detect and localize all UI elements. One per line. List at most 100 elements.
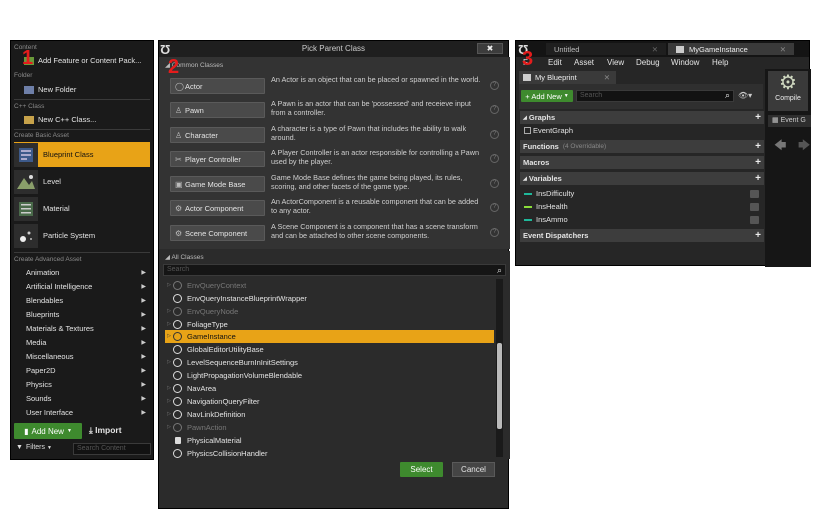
tab-mygameinstance[interactable]: MyGameInstance ✕	[668, 43, 794, 55]
variable-item[interactable]: InsAmmo	[524, 215, 568, 224]
add-dispatcher-icon[interactable]: +	[755, 230, 761, 241]
back-arrow-icon[interactable]: 🡄	[774, 136, 786, 157]
adv-ai[interactable]: Artificial Intelligence ▶	[14, 280, 150, 293]
functions-header[interactable]: Functions (4 Overridable) +	[520, 140, 764, 153]
help-icon[interactable]: ?	[490, 105, 499, 114]
close-button[interactable]: ✖	[477, 43, 503, 54]
visibility-toggle[interactable]	[750, 190, 759, 198]
class-icon	[173, 344, 182, 354]
game-mode-base-button[interactable]: ▣ Game Mode Base	[170, 176, 265, 192]
class-search-input[interactable]: Search ⌕	[163, 264, 506, 276]
pawn-button[interactable]: ♙ Pawn	[170, 102, 265, 118]
adv-ui[interactable]: User Interface ▶	[14, 406, 150, 419]
blueprint-search-input[interactable]: Search ⌕	[576, 90, 734, 102]
adv-materials[interactable]: Materials & Textures ▶	[14, 322, 150, 335]
list-item[interactable]: GlobalEditorUtilityBase	[165, 343, 494, 356]
view-options-icon[interactable]: 👁▾	[738, 91, 752, 100]
visibility-toggle[interactable]	[750, 216, 759, 224]
blueprint-tab-icon	[523, 74, 531, 81]
actor-component-button[interactable]: ⚙ Actor Component	[170, 200, 265, 216]
list-item[interactable]: EnvQueryInstanceBlueprintWrapper	[165, 292, 494, 305]
add-graph-icon[interactable]: +	[755, 112, 761, 123]
level-item[interactable]: Level	[14, 169, 150, 194]
menu-edit[interactable]: Edit	[548, 58, 562, 67]
select-button[interactable]: Select	[400, 462, 443, 477]
macros-header[interactable]: Macros +	[520, 156, 764, 169]
blueprint-class-item[interactable]: Blueprint Class	[14, 142, 150, 167]
adv-sounds[interactable]: Sounds ▶	[14, 392, 150, 405]
functions-note: (4 Overridable)	[562, 143, 607, 150]
list-item[interactable]: ▷ NavLinkDefinition	[165, 408, 494, 421]
menu-asset[interactable]: Asset	[574, 58, 594, 67]
add-new-button[interactable]: ▮ Add New ▼	[14, 423, 82, 439]
list-item[interactable]: LightPropagationVolumeBlendable	[165, 369, 494, 382]
scrollbar-thumb[interactable]	[497, 343, 502, 429]
scrollbar-track[interactable]	[496, 279, 503, 457]
menu-debug[interactable]: Debug	[636, 58, 660, 67]
forward-arrow-icon[interactable]: 🡆	[798, 136, 810, 157]
help-icon[interactable]: ?	[490, 228, 499, 237]
adv-blendables[interactable]: Blendables ▶	[14, 294, 150, 307]
list-item[interactable]: ▷ NavArea	[165, 382, 494, 395]
actor-button[interactable]: ◯ Actor	[170, 78, 265, 94]
variables-header[interactable]: ◢ Variables +	[520, 172, 764, 185]
variable-item[interactable]: InsDifficulty	[524, 189, 574, 198]
game-mode-icon: ▣	[175, 179, 183, 189]
level-icon	[14, 169, 38, 194]
list-item[interactable]: PhysicsCollisionHandler	[165, 447, 494, 460]
list-item[interactable]: ▷ EnvQueryContext	[165, 279, 494, 292]
all-classes-header[interactable]: ◢ All Classes	[165, 253, 204, 261]
menu-window[interactable]: Window	[671, 58, 699, 67]
help-icon[interactable]: ?	[490, 203, 499, 212]
chevron-right-icon: ▶	[141, 340, 146, 346]
menu-view[interactable]: View	[607, 58, 624, 67]
cancel-button[interactable]: Cancel	[452, 462, 495, 477]
variable-type-icon	[524, 205, 532, 208]
list-item[interactable]: ▷ PawnAction	[165, 421, 494, 434]
help-icon[interactable]: ?	[490, 130, 499, 139]
add-function-icon[interactable]: +	[755, 141, 761, 152]
adv-media[interactable]: Media ▶	[14, 336, 150, 349]
add-macro-icon[interactable]: +	[755, 157, 761, 168]
list-item[interactable]: PhysicalMaterial	[165, 434, 494, 447]
list-item[interactable]: ▷ FoliageType	[165, 318, 494, 331]
new-cpp-item[interactable]: New C++ Class...	[14, 113, 150, 126]
help-icon[interactable]: ?	[490, 179, 499, 188]
filters-button[interactable]: ▼ Filters ▼	[14, 444, 52, 451]
my-blueprint-tab[interactable]: My Blueprint ✕	[519, 71, 616, 84]
player-controller-button[interactable]: ✂ Player Controller	[170, 151, 265, 167]
adv-blueprints[interactable]: Blueprints ▶	[14, 308, 150, 321]
section-advanced: Create Advanced Asset	[14, 256, 82, 263]
event-dispatchers-header[interactable]: Event Dispatchers +	[520, 229, 764, 242]
list-item-selected[interactable]: ▷ GameInstance	[165, 330, 494, 343]
chevron-right-icon: ▶	[141, 368, 146, 374]
new-folder-item[interactable]: New Folder	[14, 83, 150, 96]
visibility-toggle[interactable]	[750, 203, 759, 211]
add-new-button[interactable]: + Add New ▼	[521, 90, 573, 102]
help-icon[interactable]: ?	[490, 154, 499, 163]
event-graph-tab[interactable]: ▦ Event G	[768, 115, 811, 127]
character-button[interactable]: ♙ Character	[170, 127, 265, 143]
scene-component-button[interactable]: ⚙ Scene Component	[170, 225, 265, 241]
particle-system-item[interactable]: Particle System	[14, 223, 150, 248]
adv-animation[interactable]: Animation ▶	[14, 266, 150, 279]
material-item[interactable]: Material	[14, 196, 150, 221]
adv-paper2d[interactable]: Paper2D ▶	[14, 364, 150, 377]
list-item[interactable]: ▷ NavigationQueryFilter	[165, 395, 494, 408]
adv-misc[interactable]: Miscellaneous ▶	[14, 350, 150, 363]
compile-button[interactable]: ⚙ Compile	[768, 71, 808, 111]
import-button[interactable]: ⤓ Import	[89, 425, 122, 436]
menu-help[interactable]: Help	[712, 58, 728, 67]
adv-physics[interactable]: Physics ▶	[14, 378, 150, 391]
help-icon[interactable]: ?	[490, 81, 499, 90]
variable-item[interactable]: InsHealth	[524, 202, 568, 211]
add-feature-item[interactable]: Add Feature or Content Pack...	[14, 54, 150, 67]
add-variable-icon[interactable]: +	[755, 173, 761, 184]
tab-untitled[interactable]: Untitled ✕	[546, 43, 666, 55]
list-item[interactable]: ▷ LevelSequenceBurnInInitSettings	[165, 356, 494, 369]
list-item[interactable]: ▷ EnvQueryNode	[165, 305, 494, 318]
blueprint-editor: Ʊ Untitled ✕ MyGameInstance ✕ F Edit Asset…	[515, 40, 811, 267]
event-graph-item[interactable]: EventGraph	[524, 126, 573, 135]
graphs-header[interactable]: ◢ Graphs +	[520, 111, 764, 124]
content-search-input[interactable]: Search Content	[73, 443, 151, 455]
